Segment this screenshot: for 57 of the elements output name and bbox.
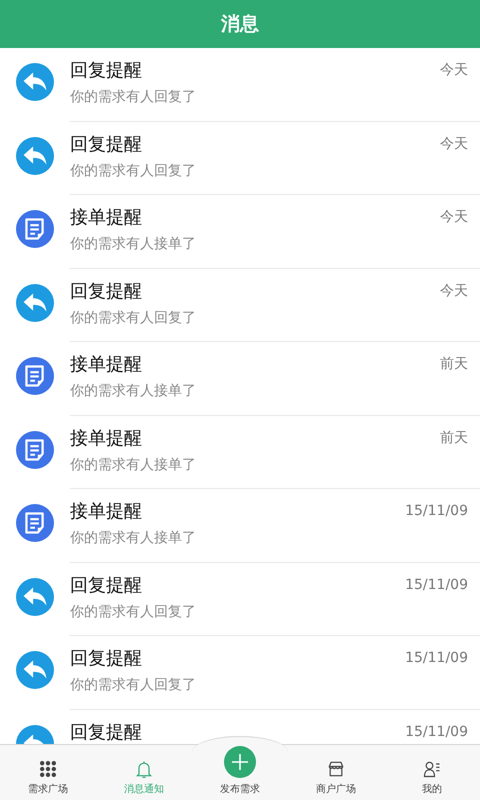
reply-icon [16, 136, 54, 174]
message-preview: 你的需求有人回复了 [70, 162, 197, 180]
message-title: 接单提醒 [70, 426, 142, 450]
message-preview: 你的需求有人接单了 [70, 382, 197, 400]
message-item[interactable]: 接单提醒 前天 你的需求有人接单了 [0, 342, 480, 416]
message-time: 前天 [440, 428, 468, 446]
message-time: 15/11/09 [405, 503, 468, 519]
message-time: 前天 [440, 355, 468, 373]
message-title: 回复提醒 [70, 280, 142, 302]
shop-icon [326, 759, 346, 779]
message-item[interactable]: 回复提醒 今天 你的需求有人回复了 [0, 48, 480, 122]
message-title: 接单提醒 [70, 500, 142, 523]
reply-icon [16, 651, 54, 689]
message-time: 今天 [440, 208, 468, 226]
reply-icon [16, 284, 54, 322]
add-button[interactable] [224, 746, 256, 778]
message-title: 回复提醒 [70, 574, 142, 596]
message-item[interactable]: 回复提醒 今天 你的需求有人回复了 [0, 268, 480, 342]
reply-icon [16, 63, 54, 101]
message-time: 15/11/09 [405, 576, 468, 592]
tab[interactable]: 商户广场 [288, 745, 384, 800]
tab[interactable]: 需求广场 [0, 745, 96, 800]
document-icon [16, 210, 54, 248]
message-preview: 你的需求有人回复了 [70, 308, 197, 326]
user-icon [422, 759, 442, 779]
message-preview: 你的需求有人接单了 [70, 529, 197, 547]
document-icon [16, 504, 54, 542]
header-title: 消息 [221, 12, 259, 37]
message-preview: 你的需求有人回复了 [70, 88, 197, 106]
message-item[interactable]: 接单提醒 15/11/09 你的需求有人接单了 [0, 489, 480, 562]
message-item[interactable]: 回复提醒 15/11/09 你的需求有人回复了 [0, 562, 480, 636]
message-title: 接单提醒 [70, 353, 142, 376]
document-icon [16, 357, 54, 395]
message-preview: 你的需求有人回复了 [70, 602, 197, 620]
message-item[interactable]: 接单提醒 前天 你的需求有人接单了 [0, 416, 480, 489]
tab[interactable]: 我的 [384, 745, 480, 800]
tab[interactable]: 发布需求 [192, 745, 288, 800]
message-title: 回复提醒 [70, 132, 142, 156]
message-item[interactable]: 接单提醒 今天 你的需求有人接单了 [0, 195, 480, 268]
message-item[interactable]: 回复提醒 今天 你的需求有人回复了 [0, 122, 480, 195]
grid-icon [38, 759, 58, 779]
message-time: 今天 [440, 134, 468, 152]
message-title: 接单提醒 [70, 206, 142, 229]
message-time: 15/11/09 [405, 724, 468, 740]
message-title: 回复提醒 [70, 59, 142, 82]
message-preview: 你的需求有人接单了 [70, 456, 197, 474]
message-time: 15/11/09 [405, 650, 468, 666]
message-time: 今天 [440, 282, 468, 300]
message-preview: 你的需求有人接单了 [70, 235, 197, 253]
bell-icon [134, 759, 154, 779]
message-title: 回复提醒 [70, 720, 142, 744]
message-item[interactable]: 回复提醒 15/11/09 你的需求有人回复了 [0, 636, 480, 710]
message-time: 今天 [440, 61, 468, 79]
message-preview: 你的需求有人回复了 [70, 676, 197, 694]
reply-icon [16, 578, 54, 616]
message-title: 回复提醒 [70, 647, 142, 670]
document-icon [16, 430, 54, 468]
